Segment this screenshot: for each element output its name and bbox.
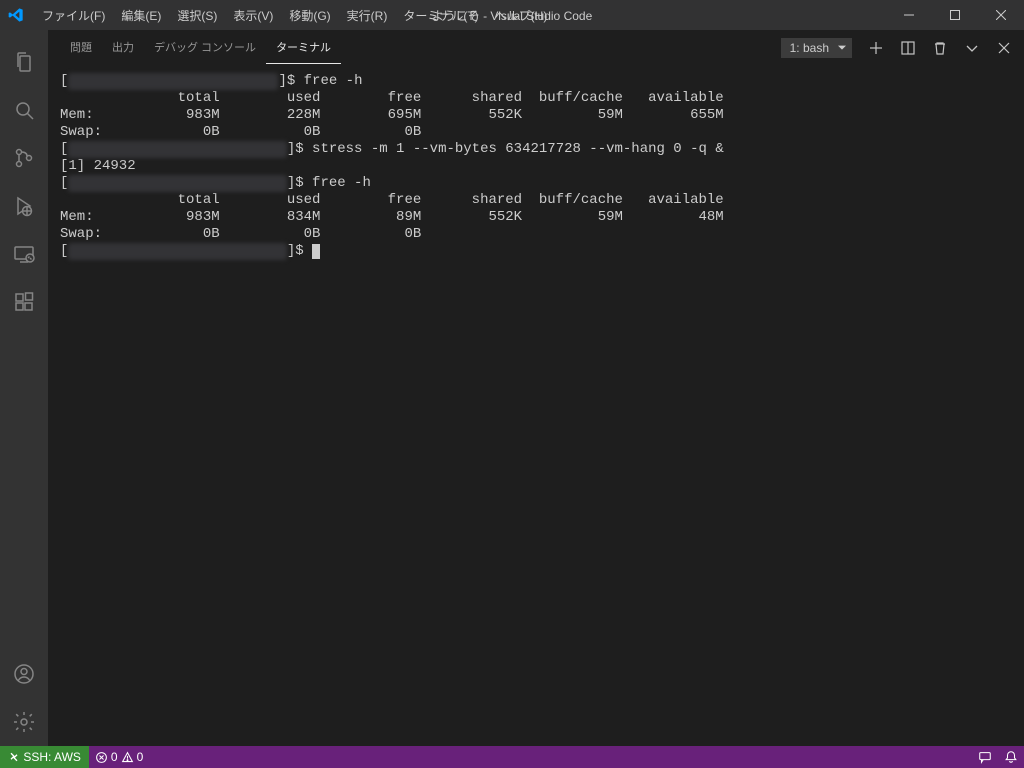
activity-bar: [0, 30, 48, 746]
error-icon: [95, 751, 108, 764]
menu-go[interactable]: 移動(G): [281, 2, 338, 29]
terminal-cursor: [312, 244, 320, 259]
panel-actions: 1: bash: [781, 40, 1012, 56]
menu-selection[interactable]: 選択(S): [169, 2, 225, 29]
terminal-body[interactable]: [ .]$ free -h total used free shared buf…: [48, 65, 1024, 746]
redacted-host: .: [68, 73, 278, 90]
panel-area: 問題 出力 デバッグ コンソール ターミナル 1: bash: [48, 30, 1024, 746]
accounts-icon[interactable]: [0, 650, 48, 698]
search-icon[interactable]: [0, 86, 48, 134]
redacted-host: [68, 243, 286, 260]
remote-icon: [8, 751, 20, 763]
tab-problems[interactable]: 問題: [60, 31, 102, 64]
kill-terminal-icon[interactable]: [932, 40, 948, 56]
minimize-button[interactable]: [886, 0, 932, 30]
maximize-button[interactable]: [932, 0, 978, 30]
source-control-icon[interactable]: [0, 134, 48, 182]
menu-edit[interactable]: 編集(E): [113, 2, 169, 29]
feedback-icon[interactable]: [972, 750, 998, 764]
warning-icon: [121, 751, 134, 764]
terminal-select-value: 1: bash: [781, 38, 852, 58]
redacted-host: [68, 175, 286, 192]
chevron-down-icon[interactable]: [964, 40, 980, 56]
tab-output[interactable]: 出力: [102, 31, 144, 64]
new-terminal-icon[interactable]: [868, 40, 884, 56]
menu-file[interactable]: ファイル(F): [34, 2, 113, 29]
menu-view[interactable]: 表示(V): [225, 2, 281, 29]
panel-tabs: 問題 出力 デバッグ コンソール ターミナル: [60, 31, 341, 64]
tab-debug-console[interactable]: デバッグ コンソール: [144, 31, 266, 64]
main-area: 問題 出力 デバッグ コンソール ターミナル 1: bash: [0, 30, 1024, 746]
run-debug-icon[interactable]: [0, 182, 48, 230]
close-button[interactable]: [978, 0, 1024, 30]
tab-terminal[interactable]: ターミナル: [266, 31, 341, 64]
terminal-select[interactable]: 1: bash: [781, 40, 852, 55]
menu-run[interactable]: 実行(R): [339, 2, 396, 29]
vscode-logo-icon: [8, 7, 24, 23]
window-controls: [886, 0, 1024, 30]
remote-label: SSH: AWS: [23, 750, 81, 764]
redacted-host: [68, 141, 286, 158]
problems-status[interactable]: 0 0: [89, 750, 149, 764]
split-terminal-icon[interactable]: [900, 40, 916, 56]
close-panel-icon[interactable]: [996, 40, 1012, 56]
settings-gear-icon[interactable]: [0, 698, 48, 746]
extensions-icon[interactable]: [0, 278, 48, 326]
window-title: ようこそ - Visual Studio Code: [432, 7, 593, 24]
error-count: 0: [111, 750, 118, 764]
panel-header: 問題 出力 デバッグ コンソール ターミナル 1: bash: [48, 30, 1024, 65]
notifications-icon[interactable]: [998, 750, 1024, 764]
status-bar: SSH: AWS 0 0: [0, 746, 1024, 768]
titlebar: ファイル(F) 編集(E) 選択(S) 表示(V) 移動(G) 実行(R) ター…: [0, 0, 1024, 30]
explorer-icon[interactable]: [0, 38, 48, 86]
remote-explorer-icon[interactable]: [0, 230, 48, 278]
remote-indicator[interactable]: SSH: AWS: [0, 746, 89, 768]
warning-count: 0: [137, 750, 144, 764]
